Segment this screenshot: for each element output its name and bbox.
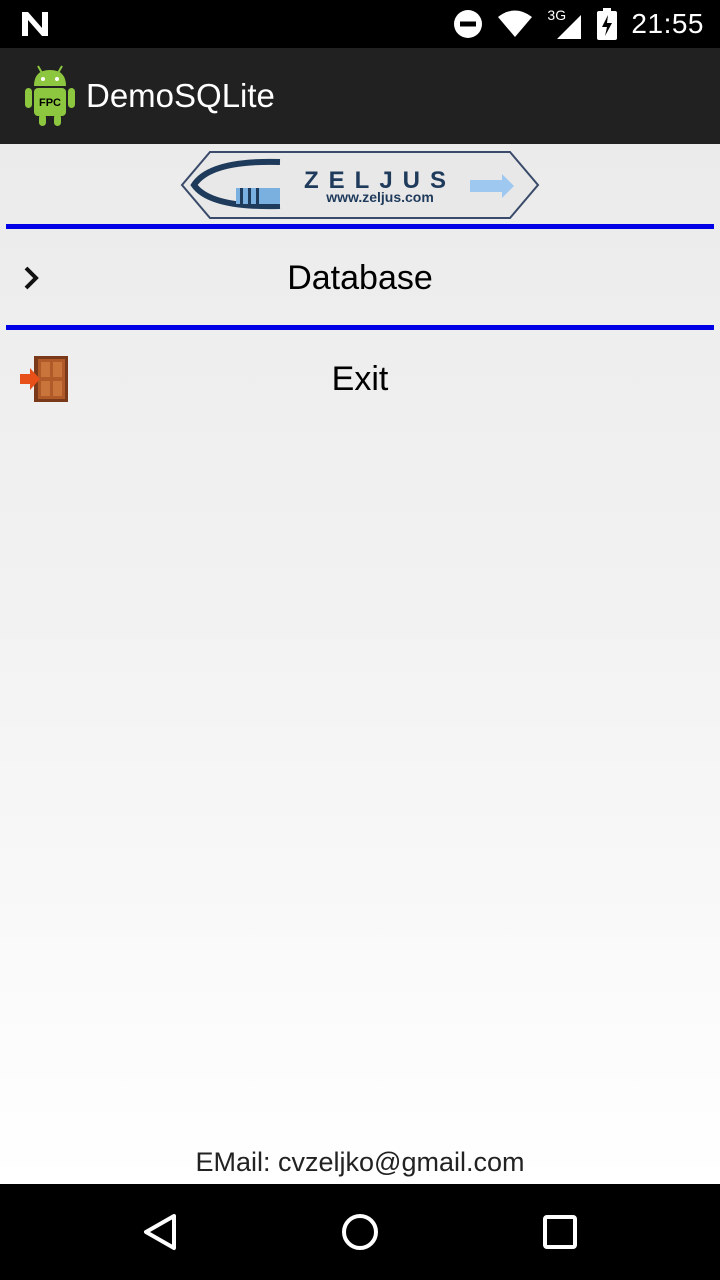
footer-email: EMail: cvzeljko@gmail.com <box>195 1147 525 1177</box>
main-content: ZELJUS www.zeljus.com Database Exit EMai… <box>0 144 720 1184</box>
menu-item-label: Exit <box>331 359 389 398</box>
menu-item-label: Database <box>287 258 433 297</box>
android-fpc-app-icon: FPC <box>25 65 75 126</box>
battery-charging-icon <box>597 8 618 40</box>
navigation-bar <box>0 1184 720 1280</box>
chevron-right-icon <box>24 266 39 290</box>
app-title: DemoSQLite <box>86 77 275 114</box>
cell-signal-icon <box>557 15 582 39</box>
status-bar: 3G 21:55 <box>0 0 720 48</box>
clock-time: 21:55 <box>631 8 704 39</box>
cell-signal: 3G <box>547 7 583 41</box>
exit-door-icon <box>20 356 68 402</box>
divider-bottom <box>6 325 714 330</box>
divider-top <box>6 224 714 229</box>
menu-item-database[interactable]: Database <box>0 231 720 325</box>
app-icon-label: FPC <box>39 97 61 109</box>
wifi-icon <box>498 10 533 37</box>
app-bar: FPC DemoSQLite <box>0 48 720 144</box>
do-not-disturb-icon <box>454 10 483 38</box>
zeljus-logo: ZELJUS www.zeljus.com <box>180 151 540 219</box>
logo-url-text: www.zeljus.com <box>325 189 434 205</box>
recent-apps-icon[interactable] <box>536 1208 584 1256</box>
notification-n-icon <box>22 12 48 36</box>
status-icons: 3G 21:55 <box>453 0 704 48</box>
menu-item-exit[interactable]: Exit <box>0 332 720 426</box>
back-icon[interactable] <box>136 1208 184 1256</box>
home-icon[interactable] <box>336 1208 384 1256</box>
